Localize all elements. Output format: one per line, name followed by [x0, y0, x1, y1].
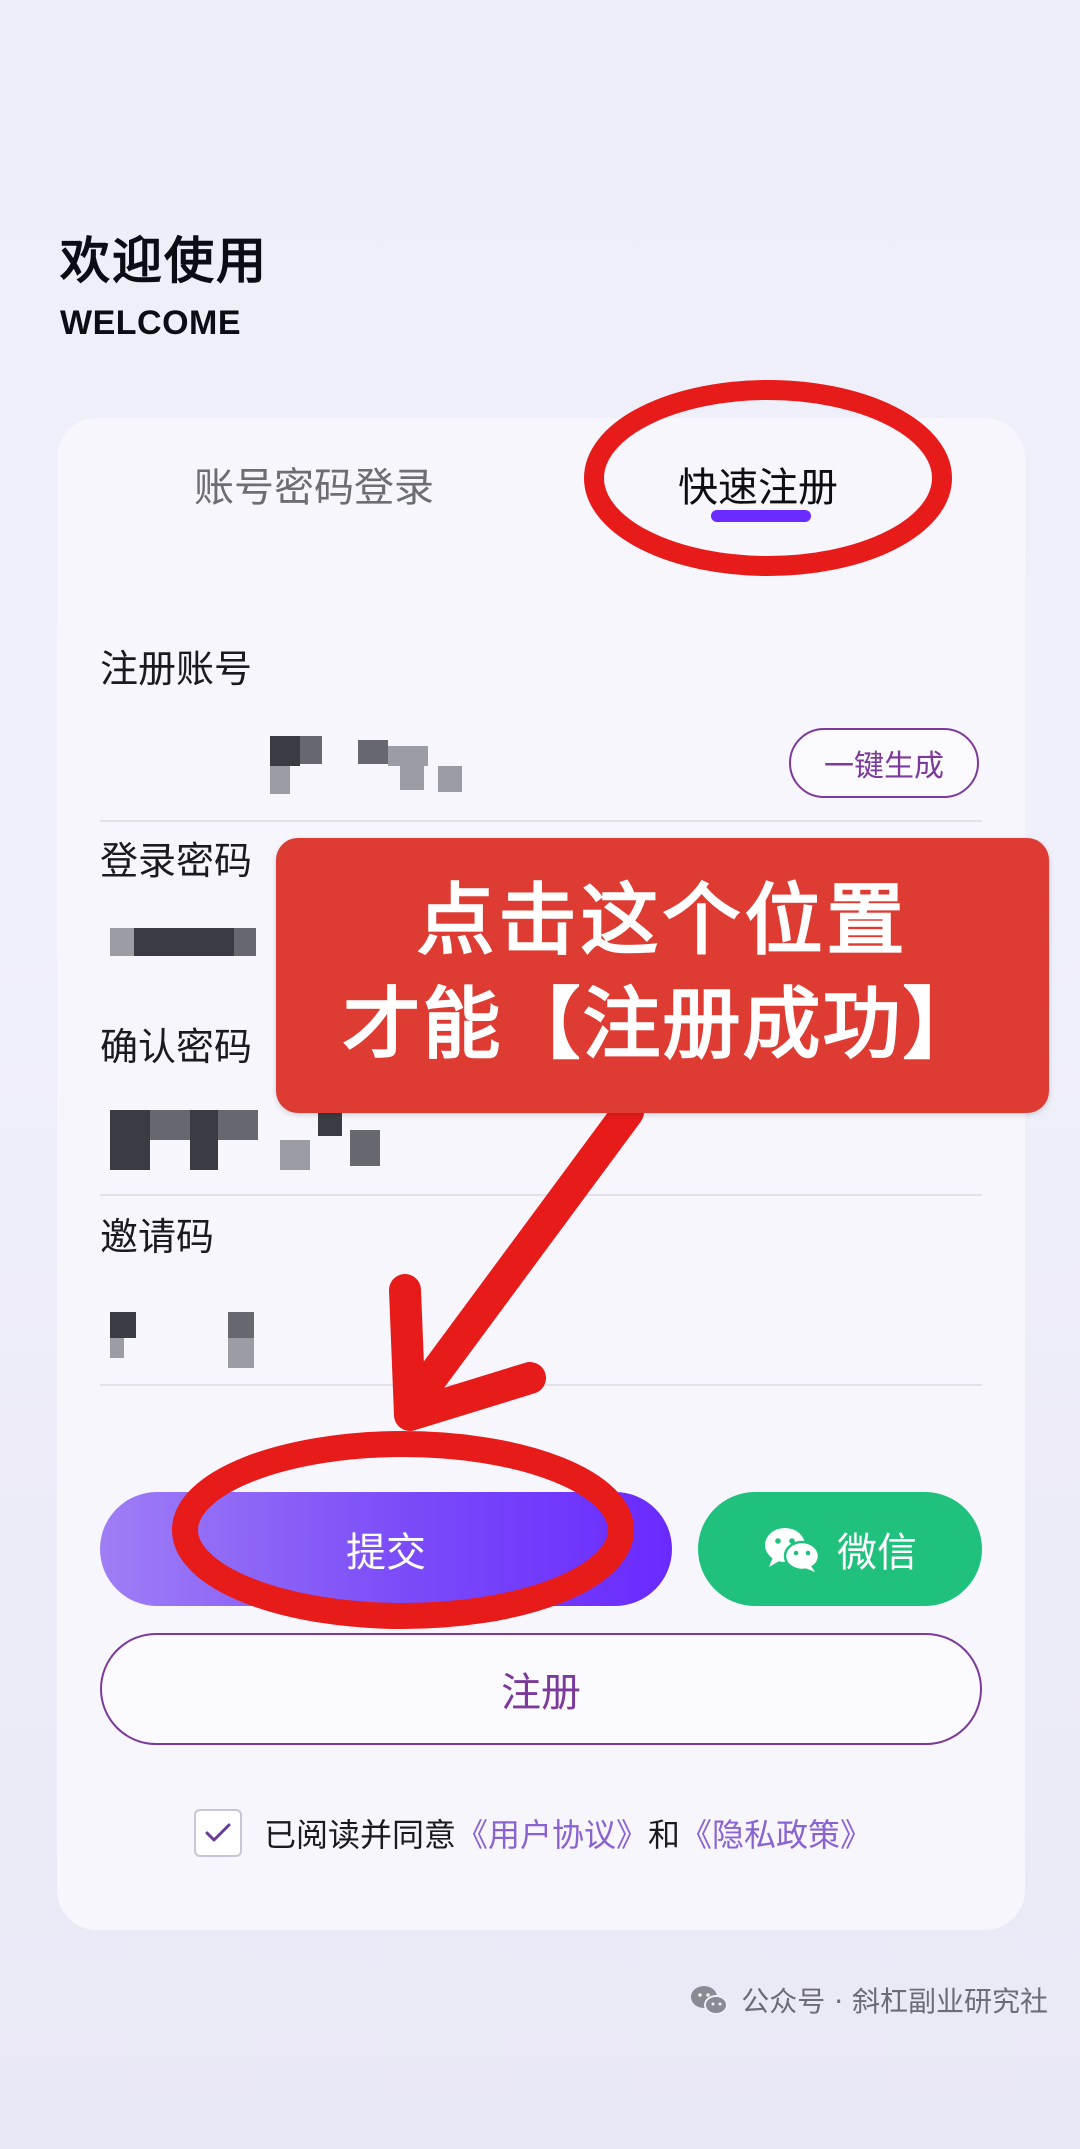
- tab-quick-register[interactable]: 快速注册: [678, 468, 838, 508]
- divider: [100, 1194, 982, 1196]
- agreement-conjunction: 和: [648, 1816, 681, 1854]
- auth-card: 账号密码登录 快速注册 注册账号 一键生成 登录密码 确认密码 邀请码 提交 微…: [57, 418, 1025, 1930]
- wechat-label: 微信: [837, 1530, 917, 1576]
- welcome-title: 欢迎使用: [60, 232, 268, 290]
- divider: [100, 1384, 982, 1386]
- confirm-password-label: 确认密码: [100, 1025, 253, 1069]
- active-tab-indicator: [711, 510, 811, 522]
- check-icon: [203, 1821, 233, 1845]
- callout-line-1: 点击这个位置: [416, 876, 909, 966]
- password-label: 登录密码: [100, 839, 253, 883]
- welcome-subtitle: WELCOME: [60, 304, 242, 342]
- one-click-generate-button[interactable]: 一键生成: [789, 728, 979, 798]
- register-button[interactable]: 注册: [100, 1633, 982, 1745]
- account-input[interactable]: [100, 736, 620, 796]
- watermark: 公众号 · 斜杠副业研究社: [689, 1980, 1048, 2020]
- welcome-header: 欢迎使用 WELCOME: [60, 236, 268, 343]
- watermark-text: 公众号 · 斜杠副业研究社: [741, 1985, 1048, 2018]
- wechat-icon: [763, 1525, 821, 1573]
- callout-line-2: 才能【注册成功】: [342, 980, 983, 1070]
- wechat-small-icon: [689, 1983, 729, 2017]
- agreement-prefix: 已阅读并同意: [264, 1816, 457, 1854]
- agreement-checkbox[interactable]: [194, 1809, 242, 1857]
- privacy-policy-link[interactable]: 《隐私政策》: [680, 1810, 872, 1856]
- invite-code-label: 邀请码: [100, 1215, 215, 1259]
- account-label: 注册账号: [100, 647, 253, 691]
- annotation-callout: 点击这个位置 才能【注册成功】: [276, 838, 1049, 1113]
- agreement-row: 已阅读并同意 《用户协议》 和 《隐私政策》: [194, 1809, 872, 1857]
- user-agreement-link[interactable]: 《用户协议》: [456, 1810, 648, 1856]
- tab-account-login[interactable]: 账号密码登录: [194, 468, 434, 508]
- invite-code-input[interactable]: [100, 1312, 620, 1372]
- divider: [100, 820, 982, 822]
- wechat-login-button[interactable]: 微信: [698, 1492, 982, 1606]
- submit-button[interactable]: 提交: [100, 1492, 672, 1606]
- confirm-password-input[interactable]: [100, 1110, 620, 1170]
